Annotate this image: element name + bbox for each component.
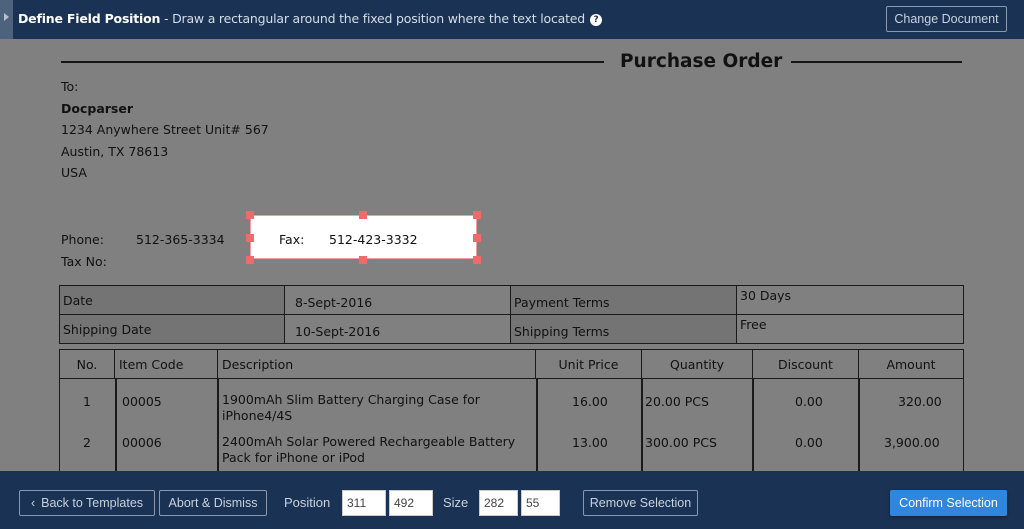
phone-value: 512-365-3334 xyxy=(136,232,225,247)
position-y-input[interactable]: 492 xyxy=(389,490,433,516)
item-amount: 3,900.00 xyxy=(884,435,940,450)
position-x-input[interactable]: 311 xyxy=(342,490,386,516)
column-header: Description xyxy=(217,349,536,379)
size-width-input[interactable]: 282 xyxy=(479,490,518,516)
caret-right-icon xyxy=(4,13,9,21)
item-unit-price: 13.00 xyxy=(572,435,608,450)
info-value: 10-Sept-2016 xyxy=(284,314,511,344)
column-header: Amount xyxy=(858,349,964,379)
size-label: Size xyxy=(443,495,469,510)
change-document-button[interactable]: Change Document xyxy=(886,6,1007,32)
phone-label: Phone: xyxy=(61,232,104,247)
bottom-toolbar: ‹ Back to Templates Abort & Dismiss Posit… xyxy=(0,471,1024,529)
fax-label: Fax: xyxy=(279,232,305,247)
chevron-left-icon: ‹ xyxy=(30,496,36,510)
header-title-main: Define Field Position xyxy=(18,11,161,26)
position-label: Position xyxy=(284,495,331,510)
item-quantity: 20.00 PCS xyxy=(645,394,709,409)
column-header: Discount xyxy=(752,349,859,379)
help-icon[interactable]: ? xyxy=(590,14,603,26)
info-label: Payment Terms xyxy=(510,285,737,315)
info-label: Date xyxy=(59,285,285,315)
item-desc-line2: iPhone4/4S xyxy=(222,408,293,423)
item-discount: 0.00 xyxy=(795,435,823,450)
item-desc-line1: 1900mAh Slim Battery Charging Case for xyxy=(222,392,480,407)
to-label: To: xyxy=(61,79,79,94)
info-value: 8-Sept-2016 xyxy=(284,285,511,315)
table-row: Date 8-Sept-2016 Payment Terms 30 Days xyxy=(59,285,964,315)
sidebar-toggle[interactable] xyxy=(0,0,13,39)
column-header: No. xyxy=(59,349,115,379)
title-rule-right xyxy=(791,61,962,63)
item-no: 2 xyxy=(83,435,91,450)
resize-handle-e[interactable] xyxy=(473,234,481,242)
resize-handle-se[interactable] xyxy=(473,256,481,264)
document-title: Purchase Order xyxy=(620,51,783,72)
taxno-label: Tax No: xyxy=(61,254,107,269)
resize-handle-w[interactable] xyxy=(246,234,254,242)
item-unit-price: 16.00 xyxy=(572,394,608,409)
info-label: Shipping Terms xyxy=(510,314,737,344)
item-code: 00005 xyxy=(122,394,162,409)
table-row: Shipping Date 10-Sept-2016 Shipping Term… xyxy=(59,314,964,344)
info-value: 30 Days xyxy=(736,285,964,315)
title-rule-left xyxy=(61,61,604,63)
header-title: Define Field Position - Draw a rectangul… xyxy=(18,11,603,26)
top-bar: Define Field Position - Draw a rectangul… xyxy=(0,0,1024,39)
confirm-selection-button[interactable]: Confirm Selection xyxy=(890,490,1007,516)
resize-handle-sw[interactable] xyxy=(246,256,254,264)
abort-dismiss-button[interactable]: Abort & Dismiss xyxy=(159,490,267,516)
address-line2: Austin, TX 78613 xyxy=(61,143,169,159)
company-name: Docparser xyxy=(61,100,134,116)
resize-handle-nw[interactable] xyxy=(246,211,254,219)
order-info-table: Date 8-Sept-2016 Payment Terms 30 Days S… xyxy=(59,285,964,344)
country: USA xyxy=(61,165,87,180)
column-header: Item Code xyxy=(114,349,218,379)
item-no: 1 xyxy=(83,394,91,409)
column-header: Unit Price xyxy=(535,349,642,379)
fax-value: 512-423-3332 xyxy=(329,232,418,247)
document-preview[interactable]: Purchase Order To: Docparser 1234 Anywhe… xyxy=(0,39,1024,505)
address-block: To: Docparser 1234 Anywhere Street Unit#… xyxy=(61,76,269,184)
size-height-input[interactable]: 55 xyxy=(521,490,560,516)
info-value: Free xyxy=(736,314,964,344)
item-desc-line1: 2400mAh Solar Powered Rechargeable Batte… xyxy=(222,434,516,449)
item-quantity: 300.00 PCS xyxy=(645,435,717,450)
header-separator: - xyxy=(160,11,173,26)
column-header: Quantity xyxy=(641,349,753,379)
table-header-row: No. Item Code Description Unit Price Qua… xyxy=(59,349,964,379)
resize-handle-n[interactable] xyxy=(359,211,367,219)
item-discount: 0.00 xyxy=(795,394,823,409)
resize-handle-s[interactable] xyxy=(359,256,367,264)
item-amount: 320.00 xyxy=(898,394,942,409)
remove-selection-button[interactable]: Remove Selection xyxy=(583,490,698,516)
back-to-templates-button[interactable]: ‹ Back to Templates xyxy=(19,490,155,516)
header-description: Draw a rectangular around the fixed posi… xyxy=(172,11,586,26)
item-desc-line2: Pack for iPhone or iPod xyxy=(222,450,365,465)
info-label: Shipping Date xyxy=(59,314,285,344)
address-line1: 1234 Anywhere Street Unit# 567 xyxy=(61,122,269,137)
resize-handle-ne[interactable] xyxy=(473,211,481,219)
item-code: 00006 xyxy=(122,435,162,450)
back-to-templates-label: Back to Templates xyxy=(41,496,144,510)
